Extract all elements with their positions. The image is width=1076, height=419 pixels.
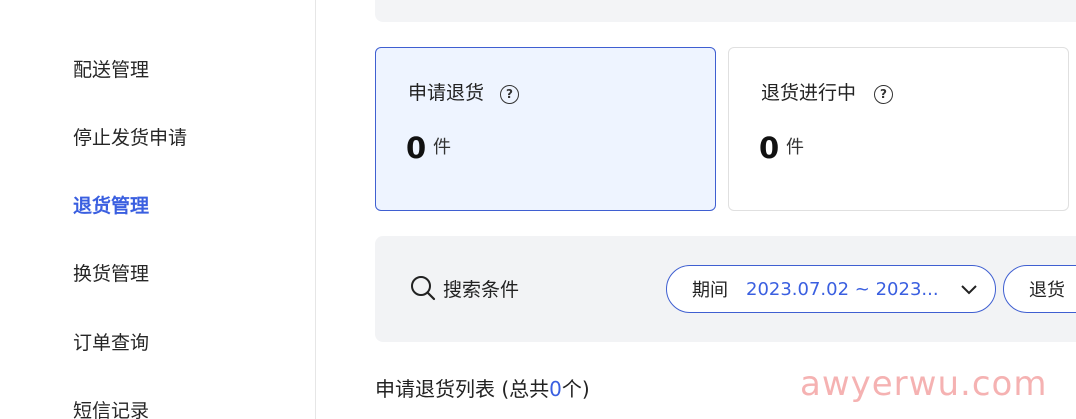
- search-conditions: 搜索条件: [409, 274, 519, 302]
- help-circle-icon[interactable]: ?: [500, 85, 519, 104]
- card-title: 退货进行中: [761, 82, 857, 104]
- search-label: 搜索条件: [443, 278, 520, 301]
- list-title-suffix: 个): [561, 377, 590, 401]
- sidebar-item-delivery-management[interactable]: 配送管理: [73, 55, 149, 82]
- card-count: 0: [759, 131, 780, 165]
- search-panel: 搜索条件 期间 2023.07.02 ~ 2023... 退货: [375, 236, 1076, 342]
- watermark: awyerwu.com: [800, 364, 1048, 404]
- card-unit: 件: [786, 137, 804, 158]
- sidebar-item-exchange-management[interactable]: 换货管理: [73, 259, 149, 286]
- sidebar-item-order-inquiry[interactable]: 订单查询: [73, 328, 149, 355]
- return-status-filter-dropdown[interactable]: 退货: [1003, 265, 1076, 313]
- sidebar-item-sms-records[interactable]: 短信记录: [73, 396, 149, 419]
- return-status-label: 退货: [1029, 280, 1065, 301]
- help-circle-icon[interactable]: ?: [874, 85, 893, 104]
- main-content: 申请退货 ? 0 件 退货进行中 ? 0 件 搜索条件 期间 2023.07.0…: [317, 0, 1076, 419]
- sidebar-item-return-management[interactable]: 退货管理: [73, 191, 149, 218]
- sidebar: 配送管理 停止发货申请 退货管理 换货管理 订单查询 短信记录: [0, 0, 316, 419]
- period-filter-dropdown[interactable]: 期间 2023.07.02 ~ 2023...: [666, 265, 996, 313]
- period-value: 2023.07.02 ~ 2023...: [746, 278, 939, 300]
- card-unit: 件: [433, 137, 451, 158]
- top-panel: [375, 0, 1076, 22]
- return-request-list-title: 申请退货列表 (总共0个): [375, 373, 590, 402]
- card-title: 申请退货: [408, 82, 485, 104]
- search-icon: [411, 276, 436, 301]
- sidebar-item-stop-shipment-request[interactable]: 停止发货申请: [73, 123, 187, 150]
- stat-card-return-requested[interactable]: 申请退货 ? 0 件: [375, 47, 716, 211]
- list-title-text: 申请退货列表 (总共: [375, 377, 550, 401]
- period-label: 期间: [692, 280, 728, 301]
- chevron-down-icon: [961, 285, 977, 295]
- card-count: 0: [406, 131, 427, 165]
- stat-card-return-in-progress[interactable]: 退货进行中 ? 0 件: [728, 47, 1069, 211]
- list-count: 0: [549, 377, 562, 401]
